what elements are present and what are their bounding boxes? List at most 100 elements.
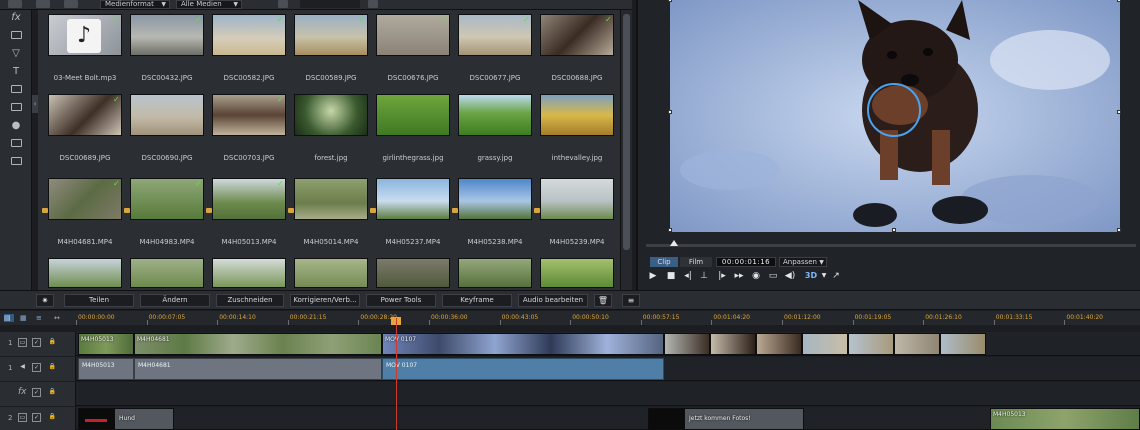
stop-icon[interactable]: ■ [665,271,677,281]
media-item[interactable]: ♪ ✓ 03-Meet Bolt.mp3 [48,14,122,82]
preview-seek-bar[interactable] [646,240,1136,247]
media-item[interactable]: M4H05237.MP4 [370,178,450,246]
microphone-icon[interactable]: ● [9,120,23,132]
text-icon[interactable]: T [9,66,23,78]
media-item[interactable]: ✓ M4H05013.MP4 [206,178,286,246]
correct-button[interactable]: Korrigieren/Verb... [290,294,360,307]
subtitles-icon[interactable] [9,138,23,150]
media-item-partial[interactable] [540,258,614,288]
resize-handle[interactable] [668,110,672,114]
audio-clip[interactable]: MOV 0107 [382,358,664,380]
media-item[interactable]: girlinthegrass.jpg [376,94,450,162]
video-clip[interactable]: M4H05013 [78,333,134,355]
magic-wand-icon[interactable]: ✷ [36,294,54,307]
audio-edit-button[interactable]: Audio bearbeiten [518,294,588,307]
photo-clip[interactable] [940,333,986,355]
resize-handle[interactable] [668,228,672,232]
media-item[interactable]: ✓ DSC00689.JPG [48,94,122,162]
library-scrollbar[interactable] [620,10,632,290]
media-item[interactable]: inthevalley.jpg [540,94,614,162]
track-visible-checkbox[interactable]: ✓ [32,388,41,397]
media-item[interactable]: ✓ DSC00582.JPG [212,14,286,82]
play-icon[interactable]: ▶ [647,271,659,281]
media-item[interactable]: DSC00690.JPG [130,94,204,162]
media-item-partial[interactable] [212,258,286,288]
media-item[interactable]: ✓ DSC00589.JPG [294,14,368,82]
library-view-icon[interactable] [8,0,22,8]
track-visible-checkbox[interactable]: ✓ [32,338,41,347]
keyframe-button[interactable]: Keyframe [442,294,512,307]
grid-size-icon[interactable] [278,0,288,8]
library-sort-icon[interactable] [64,0,78,8]
media-item[interactable]: ✓ DSC00703.JPG [212,94,286,162]
media-item[interactable]: M4H05239.MP4 [534,178,614,246]
scrollbar-thumb[interactable] [623,14,630,250]
format-filter-dropdown[interactable]: Medienformat ▼ [100,0,170,9]
resize-handle[interactable] [1117,228,1121,232]
next-frame-icon[interactable]: |▸ [716,271,728,281]
photo-clip[interactable] [848,333,894,355]
storyboard-icon[interactable]: ≡ [622,294,640,307]
track-audible-checkbox[interactable]: ✓ [32,363,41,372]
chevron-down-icon[interactable]: ▼ [818,271,830,281]
zoom-in-icon[interactable] [368,0,378,8]
media-item-partial[interactable] [458,258,532,288]
title-clip[interactable]: Hund [78,408,174,430]
external-preview-icon[interactable]: ↗ [830,271,842,281]
resize-handle[interactable] [668,0,672,2]
media-item[interactable]: ✓ M4H04983.MP4 [124,178,204,246]
media-item-partial[interactable] [48,258,122,288]
effects-icon[interactable]: fx [9,12,23,24]
filter-icon[interactable]: ▽ [9,48,23,60]
chapters-icon[interactable] [9,156,23,168]
thumbnail-size-slider[interactable] [300,0,360,8]
media-item[interactable]: forest.jpg [294,94,368,162]
tab-clip[interactable]: Clip [650,257,678,267]
snapshot-icon[interactable]: ◉ [750,271,762,281]
video-clip[interactable]: M4H04681 [134,333,382,355]
lock-icon[interactable]: 🔒 [48,338,57,347]
media-item-partial[interactable] [294,258,368,288]
storyboard-view-icon[interactable]: ▦ [20,314,30,322]
library-folder-icon[interactable] [36,0,50,8]
power-tools-button[interactable]: Power Tools [366,294,436,307]
media-item-partial[interactable] [376,258,450,288]
media-item[interactable]: grassy.jpg [458,94,532,162]
media-item[interactable]: ✓ DSC00688.JPG [540,14,614,82]
media-filter-dropdown[interactable]: Alle Medien ▼ [176,0,242,9]
photo-clip[interactable] [710,333,756,355]
fullscreen-icon[interactable]: ▭ [767,271,779,281]
preview-video[interactable] [670,0,1120,232]
fit-timeline-icon[interactable]: ↔ [54,314,64,322]
timeline-view-icon[interactable]: ▤ [4,314,14,322]
photo-clip[interactable] [894,333,940,355]
media-item[interactable]: M4H05014.MP4 [288,178,368,246]
audio-clip[interactable]: M4H04681 [134,358,382,380]
lock-icon[interactable]: 🔒 [48,388,57,397]
lock-icon[interactable]: 🔒 [48,363,57,372]
trash-icon[interactable]: 🗑 [594,294,612,307]
volume-icon[interactable]: ◀) [784,271,796,281]
split-button[interactable]: Teilen [64,294,134,307]
title-clip[interactable]: Jetzt kommen Fotos! [648,408,804,430]
photo-clip[interactable] [664,333,710,355]
fast-forward-icon[interactable]: ▸▸ [733,271,745,281]
montage-icon[interactable] [9,102,23,114]
mark-in-icon[interactable]: ⊥ [698,271,710,281]
photo-clip[interactable] [802,333,848,355]
lock-icon[interactable]: 🔒 [48,413,57,422]
tab-film[interactable]: Film [680,257,712,267]
track-height-icon[interactable]: ≡ [36,314,46,322]
media-item[interactable]: ✓ DSC00677.JPG [458,14,532,82]
previous-frame-icon[interactable]: ◂| [682,271,694,281]
resize-handle[interactable] [1117,110,1121,114]
video-clip[interactable]: MOV 0107 [382,333,664,355]
media-item[interactable]: ✓ DSC00676.JPG [376,14,450,82]
modify-button[interactable]: Ändern [140,294,210,307]
media-item[interactable]: ✓ DSC00432.JPG [130,14,204,82]
media-item[interactable]: M4H05238.MP4 [452,178,532,246]
timeline-ruler[interactable]: 00:00:00:00 00:00:07:05 00:00:14:10 00:00:2… [76,311,1140,325]
photo-clip[interactable] [756,333,802,355]
timecode-display[interactable]: 00:00:01:16 [716,257,776,267]
media-item[interactable]: ✓ M4H04681.MP4 [42,178,122,246]
